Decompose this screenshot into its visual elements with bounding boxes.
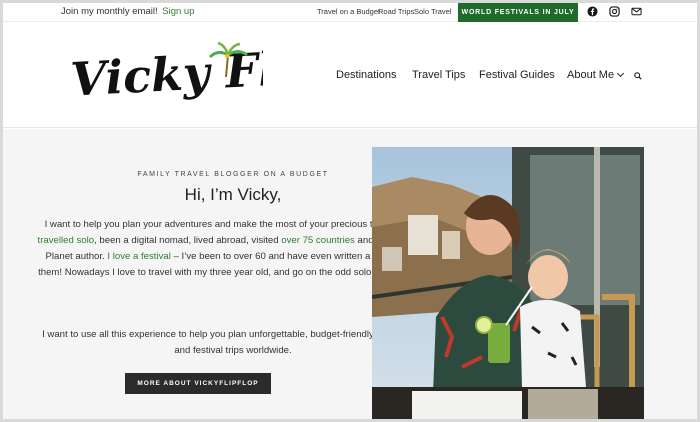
top-bar: Join my monthly email! Sign up Travel on… bbox=[3, 3, 697, 22]
sign-up-link[interactable]: Sign up bbox=[162, 6, 194, 17]
email-icon[interactable] bbox=[631, 6, 642, 17]
nav-travel-tips[interactable]: Travel Tips bbox=[412, 69, 465, 81]
instagram-icon[interactable] bbox=[609, 6, 620, 17]
nav-about-me[interactable]: About Me bbox=[567, 69, 625, 81]
logo-v: Vicky Flip Flop bbox=[69, 33, 263, 107]
promo-text: Join my monthly email! bbox=[61, 6, 158, 17]
love-a-festival-link[interactable]: I love a festival bbox=[107, 251, 170, 262]
chevron-down-icon bbox=[617, 69, 625, 78]
email-promo: Join my monthly email! Sign up bbox=[61, 6, 195, 17]
countries-link[interactable]: over 75 countries bbox=[281, 235, 355, 246]
topnav-travel-on-a-budget[interactable]: Travel on a Budget bbox=[317, 7, 380, 16]
nav-destinations[interactable]: Destinations bbox=[336, 69, 397, 81]
world-festivals-button[interactable]: WORLD FESTIVALS IN JULY bbox=[458, 3, 578, 22]
more-about-button[interactable]: MORE ABOUT VICKYFLIPFLOP bbox=[125, 373, 271, 394]
page: Join my monthly email! Sign up Travel on… bbox=[0, 0, 700, 422]
nav-festival-guides[interactable]: Festival Guides bbox=[479, 69, 555, 81]
site-header: Vicky Flip Flop Destinations Travel Tips… bbox=[3, 23, 697, 128]
nav-about-me-label: About Me bbox=[567, 69, 615, 81]
facebook-icon[interactable] bbox=[587, 6, 598, 17]
intro-text-b: , been a digital nomad, lived abroad, vi… bbox=[94, 235, 282, 246]
topnav-road-trips[interactable]: Road Trips bbox=[378, 7, 414, 16]
vicky-and-child-photo bbox=[372, 147, 644, 419]
topnav-solo-travel[interactable]: Solo Travel bbox=[414, 7, 452, 16]
site-logo[interactable]: Vicky Flip Flop bbox=[63, 25, 263, 125]
hero-section: FAMILY TRAVEL BLOGGER ON A BUDGET Hi, I’… bbox=[3, 129, 697, 419]
search-icon[interactable] bbox=[634, 72, 642, 80]
intro-text-a: I want to help you plan your adventures … bbox=[44, 219, 407, 230]
